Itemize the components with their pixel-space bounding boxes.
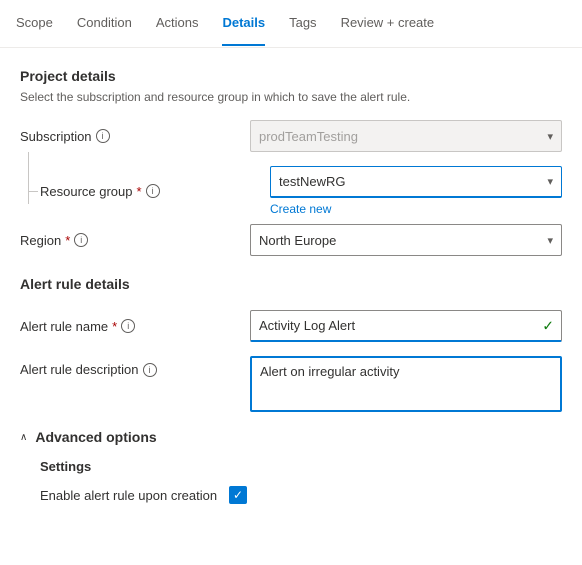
project-details-title: Project details bbox=[20, 68, 562, 84]
enable-alert-checkbox[interactable]: ✓ bbox=[229, 486, 247, 504]
region-info-icon[interactable]: i bbox=[74, 233, 88, 247]
region-required: * bbox=[65, 233, 70, 248]
enable-alert-label: Enable alert rule upon creation bbox=[40, 488, 217, 503]
subscription-label-col: Subscription i bbox=[20, 129, 250, 144]
region-dropdown-arrow: ▾ bbox=[547, 234, 553, 247]
tab-details[interactable]: Details bbox=[222, 1, 265, 46]
project-details-desc: Select the subscription and resource gro… bbox=[20, 90, 562, 104]
resource-group-dropdown[interactable]: testNewRG ▾ bbox=[270, 166, 562, 198]
subscription-dropdown-arrow: ▾ bbox=[547, 130, 553, 143]
resource-group-input-col: testNewRG ▾ Create new bbox=[270, 166, 562, 216]
settings-label: Settings bbox=[40, 459, 562, 474]
tab-review-create[interactable]: Review + create bbox=[341, 1, 435, 46]
checkbox-check-icon: ✓ bbox=[233, 489, 243, 501]
alert-rule-name-input-wrap: ✓ bbox=[250, 310, 562, 342]
resource-group-label: Resource group bbox=[40, 184, 133, 199]
enable-row: Enable alert rule upon creation ✓ bbox=[40, 486, 562, 504]
subscription-dropdown[interactable]: prodTeamTesting ▾ bbox=[250, 120, 562, 152]
tab-condition[interactable]: Condition bbox=[77, 1, 132, 46]
subscription-value: prodTeamTesting bbox=[259, 129, 358, 144]
subscription-info-icon[interactable]: i bbox=[96, 129, 110, 143]
subscription-label: Subscription bbox=[20, 129, 92, 144]
alert-rule-desc-info-icon[interactable]: i bbox=[143, 363, 157, 377]
advanced-options-chevron-icon: ∧ bbox=[20, 432, 27, 443]
horizontal-line bbox=[28, 191, 38, 192]
resource-group-required: * bbox=[137, 184, 142, 199]
region-row: Region * i North Europe ▾ bbox=[20, 224, 562, 256]
alert-rule-desc-textarea[interactable]: Alert on irregular activity bbox=[250, 356, 562, 412]
alert-rule-name-info-icon[interactable]: i bbox=[121, 319, 135, 333]
alert-rule-name-row: Alert rule name * i ✓ bbox=[20, 310, 562, 342]
resource-group-row: Resource group * i testNewRG ▾ Create ne… bbox=[40, 166, 562, 216]
alert-rule-name-input[interactable] bbox=[250, 310, 562, 342]
advanced-options-label: Advanced options bbox=[35, 429, 156, 445]
alert-rule-name-label: Alert rule name bbox=[20, 319, 108, 334]
vertical-line bbox=[28, 152, 29, 204]
region-value: North Europe bbox=[259, 233, 336, 248]
tab-tags[interactable]: Tags bbox=[289, 1, 316, 46]
alert-rule-name-required: * bbox=[112, 319, 117, 334]
resource-group-bracket: Resource group * i testNewRG ▾ Create ne… bbox=[20, 166, 562, 216]
tab-scope[interactable]: Scope bbox=[16, 1, 53, 46]
alert-rule-name-label-col: Alert rule name * i bbox=[20, 319, 250, 334]
region-input-col: North Europe ▾ bbox=[250, 224, 562, 256]
region-label: Region bbox=[20, 233, 61, 248]
create-new-link[interactable]: Create new bbox=[270, 202, 562, 216]
alert-rule-desc-row: Alert rule description i Alert on irregu… bbox=[20, 356, 562, 415]
region-label-col: Region * i bbox=[20, 233, 250, 248]
resource-group-info-icon[interactable]: i bbox=[146, 184, 160, 198]
alert-rule-desc-input-col: Alert on irregular activity bbox=[250, 356, 562, 415]
advanced-options-header[interactable]: ∧ Advanced options bbox=[20, 429, 562, 445]
alert-rule-desc-label: Alert rule description bbox=[20, 362, 139, 377]
tab-actions[interactable]: Actions bbox=[156, 1, 199, 46]
subscription-row: Subscription i prodTeamTesting ▾ bbox=[20, 120, 562, 152]
resource-group-value: testNewRG bbox=[279, 174, 345, 189]
alert-rule-desc-label-col: Alert rule description i bbox=[20, 356, 250, 377]
resource-group-label-col: Resource group * i bbox=[40, 184, 270, 199]
alert-rule-name-check-icon: ✓ bbox=[542, 318, 554, 335]
alert-rule-details-title: Alert rule details bbox=[20, 276, 562, 292]
region-dropdown[interactable]: North Europe ▾ bbox=[250, 224, 562, 256]
main-content: Project details Select the subscription … bbox=[0, 48, 582, 524]
resource-group-dropdown-arrow: ▾ bbox=[547, 175, 553, 188]
subscription-input-col: prodTeamTesting ▾ bbox=[250, 120, 562, 152]
alert-rule-name-input-col: ✓ bbox=[250, 310, 562, 342]
nav-tabs: Scope Condition Actions Details Tags Rev… bbox=[0, 0, 582, 48]
